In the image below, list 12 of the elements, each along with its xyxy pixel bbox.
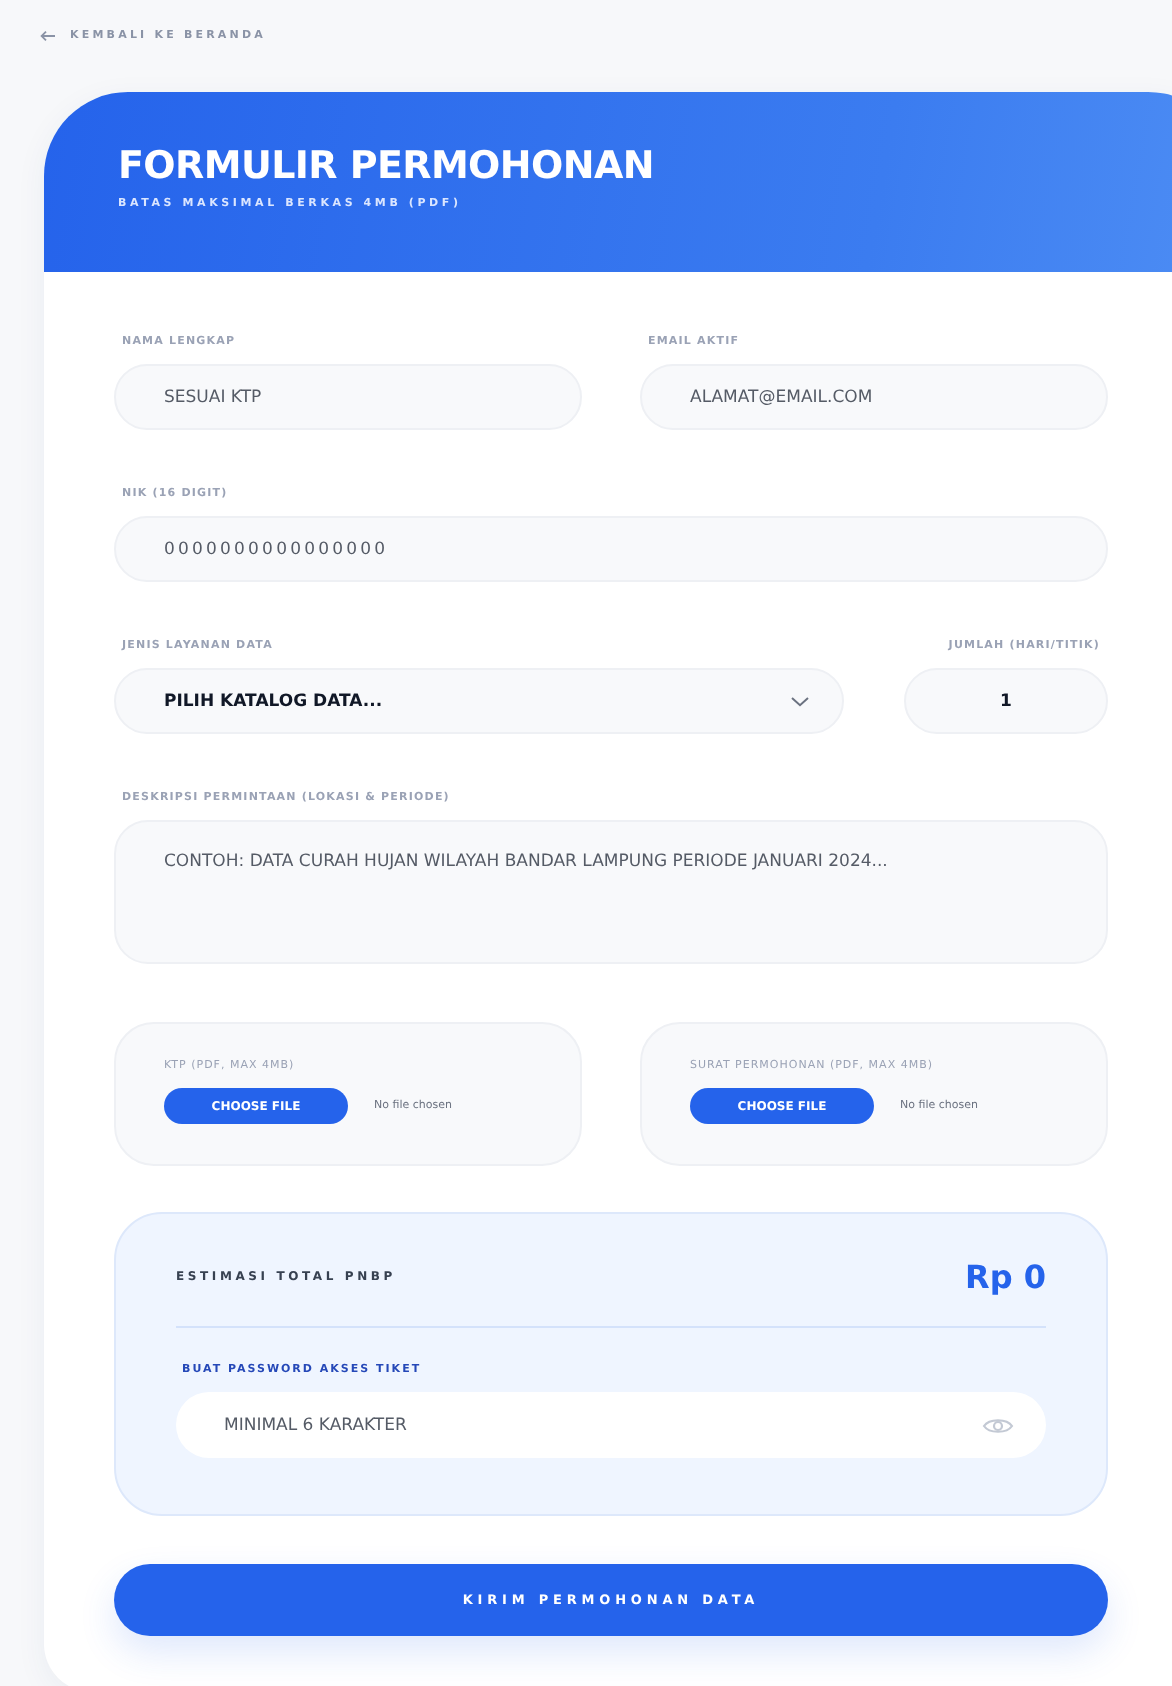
- name-field[interactable]: SESUAI KTP: [114, 364, 582, 430]
- chevron-down-icon: [790, 695, 810, 707]
- nik-field[interactable]: 0000000000000000: [114, 516, 1108, 582]
- back-arrow-icon: [40, 30, 56, 42]
- quantity-field[interactable]: 1: [904, 668, 1108, 734]
- eye-icon[interactable]: [982, 1415, 1014, 1435]
- password-field[interactable]: MINIMAL 6 KARAKTER: [176, 1392, 1046, 1458]
- email-field[interactable]: ALAMAT@EMAIL.COM: [640, 364, 1108, 430]
- service-dropdown[interactable]: PILIH KATALOG DATA...: [114, 668, 844, 734]
- total-amount: Rp 0: [965, 1258, 1046, 1296]
- form-title: FORMULIR PERMOHONAN: [118, 144, 656, 188]
- description-field[interactable]: CONTOH: DATA CURAH HUJAN WILAYAH BANDAR LAMPUNG PERIODE JANUARI 2024...: [114, 820, 1108, 964]
